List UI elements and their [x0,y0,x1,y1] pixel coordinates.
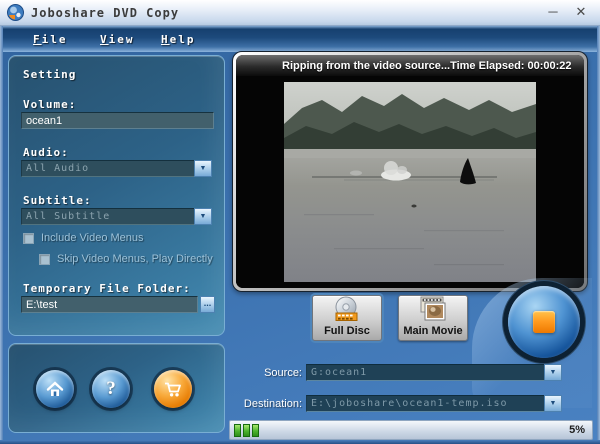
include-video-menus-checkbox[interactable] [23,233,34,244]
menu-view[interactable]: View [100,26,135,52]
footer-panel: ? [8,343,225,433]
ripping-status-text: Ripping from the video source... [282,59,451,72]
audio-label: Audio: [23,146,69,159]
title-bar: Joboshare DVD Copy ─ ✕ [0,0,600,26]
menu-help[interactable]: Help [161,26,196,52]
menu-bar: File View Help [3,26,597,52]
window-title: Joboshare DVD Copy [31,5,180,20]
home-icon [46,381,64,396]
browse-button[interactable]: ... [200,296,215,313]
help-icon: ? [106,378,116,399]
chevron-down-icon[interactable]: ▼ [544,395,562,412]
full-disc-label: Full Disc [324,325,370,337]
home-button[interactable] [36,370,74,408]
destination-select[interactable]: E:\joboshare\ocean1-temp.iso ▼ [306,395,562,412]
progress-status-bar: 5% [229,420,593,440]
minimize-button[interactable]: ─ [542,3,564,21]
buy-button[interactable] [154,370,192,408]
volume-input[interactable] [21,112,214,129]
disc-icon [335,296,358,321]
preview-status-bar: Ripping from the video source... Time El… [236,55,584,76]
progress-blocks [234,424,259,437]
app-window: Joboshare DVD Copy ─ ✕ File View Help Se… [0,0,600,444]
audio-select[interactable]: All Audio ▼ [21,160,212,177]
skip-video-menus-checkbox[interactable] [39,254,50,265]
menu-file[interactable]: File [33,26,68,52]
chevron-down-icon[interactable]: ▼ [544,364,562,381]
settings-panel: Setting Volume: Audio: All Audio ▼ Subti… [8,55,225,336]
window-border-bottom [0,440,600,444]
chevron-down-icon[interactable]: ▼ [194,208,212,225]
stop-icon [533,311,555,333]
destination-label: Destination: [243,398,302,410]
volume-label: Volume: [23,98,77,111]
film-icon [420,296,446,321]
stop-button[interactable] [508,286,580,358]
main-movie-button[interactable]: Main Movie [398,295,468,341]
time-elapsed: Time Elapsed: 00:00:22 [450,59,572,72]
video-still-ocean-scene [284,82,536,282]
subtitle-label: Subtitle: [23,194,92,207]
chevron-down-icon[interactable]: ▼ [194,160,212,177]
progress-percent: 5% [569,424,585,436]
temp-folder-input[interactable] [21,296,198,313]
main-movie-label: Main Movie [403,325,463,337]
video-area [236,76,584,288]
video-preview: Ripping from the video source... Time El… [236,55,584,288]
skip-video-menus-label: Skip Video Menus, Play Directly [57,253,213,265]
subtitle-select[interactable]: All Subtitle ▼ [21,208,212,225]
source-select[interactable]: G:ocean1 ▼ [306,364,562,381]
source-label: Source: [264,367,302,379]
settings-heading: Setting [23,68,77,81]
temp-folder-label: Temporary File Folder: [23,282,191,295]
close-button[interactable]: ✕ [570,3,592,21]
cart-icon [165,382,181,396]
full-disc-button[interactable]: Full Disc [312,295,382,341]
include-video-menus-label: Include Video Menus [41,232,144,244]
video-preview-frame: Ripping from the video source... Time El… [232,51,588,292]
app-icon [7,4,24,21]
window-border-left [0,26,3,444]
help-button[interactable]: ? [92,370,130,408]
